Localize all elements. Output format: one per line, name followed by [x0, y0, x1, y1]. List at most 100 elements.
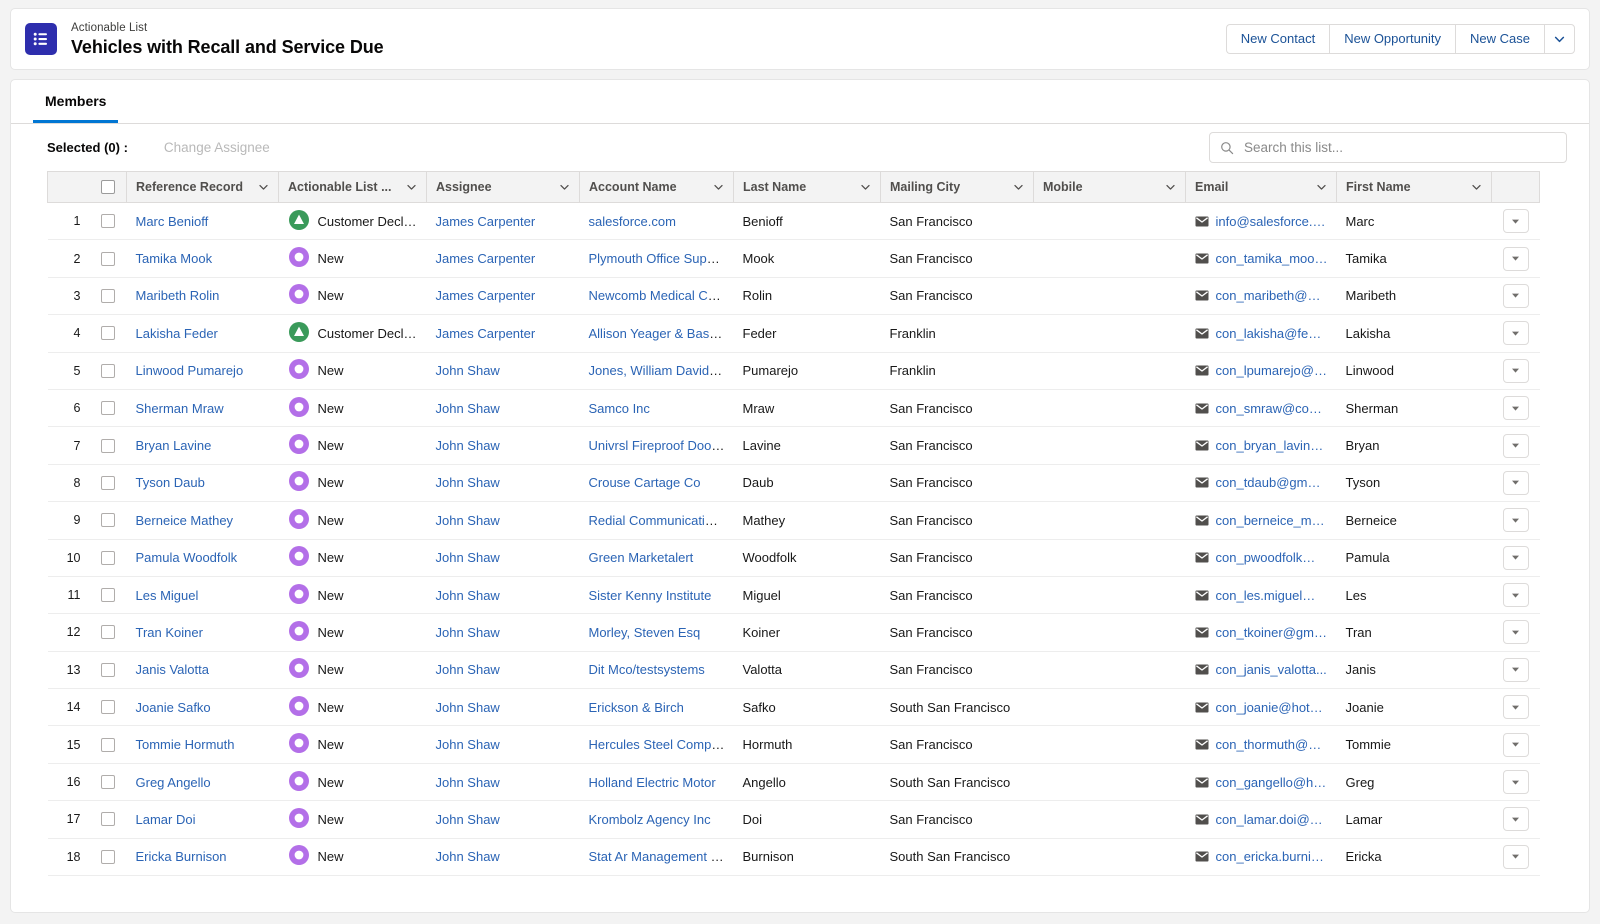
cell-row-actions[interactable]: [1491, 277, 1540, 316]
row-select-cell[interactable]: [89, 352, 127, 390]
cell-assignee[interactable]: John Shaw: [426, 539, 580, 577]
row-checkbox[interactable]: [101, 513, 115, 528]
row-checkbox[interactable]: [101, 438, 115, 453]
change-assignee-button[interactable]: Change Assignee: [164, 140, 270, 155]
cell-row-actions[interactable]: [1491, 688, 1540, 727]
table-row[interactable]: 8 Tyson Daub New John Shaw Crouse Cartage Co…: [47, 464, 1540, 503]
account-name-link[interactable]: Allison Yeager & Bassett...: [589, 326, 734, 341]
assignee-link[interactable]: John Shaw: [436, 849, 500, 864]
reference-record-link[interactable]: Tommie Hormuth: [136, 737, 235, 752]
cell-email[interactable]: con_janis_valotta...: [1185, 651, 1337, 690]
email-link[interactable]: con_janis_valotta...: [1216, 662, 1327, 677]
table-row[interactable]: 2 Tamika Mook New James Carpenter Plymouth O…: [47, 239, 1540, 278]
cell-email[interactable]: con_tkoiner@gmai...: [1185, 613, 1337, 652]
reference-record-link[interactable]: Tran Koiner: [136, 625, 203, 640]
column-first-name[interactable]: First Name: [1336, 171, 1492, 203]
cell-row-actions[interactable]: [1491, 576, 1540, 615]
cell-reference-record[interactable]: Pamula Woodfolk: [126, 539, 279, 577]
cell-email[interactable]: con_maribeth@ho...: [1185, 277, 1337, 316]
cell-reference-record[interactable]: Joanie Safko: [126, 688, 279, 727]
cell-email[interactable]: con_smraw@cox.n...: [1185, 389, 1337, 428]
row-select-cell[interactable]: [89, 725, 127, 764]
cell-row-actions[interactable]: [1491, 352, 1540, 390]
cell-row-actions[interactable]: [1491, 389, 1540, 428]
email-link[interactable]: con_berneice_mat...: [1216, 513, 1328, 528]
cell-account-name[interactable]: Samco Inc: [579, 389, 734, 428]
row-actions-button[interactable]: [1502, 358, 1529, 383]
cell-reference-record[interactable]: Lamar Doi: [126, 800, 279, 839]
cell-account-name[interactable]: Crouse Cartage Co: [579, 464, 734, 503]
assignee-link[interactable]: John Shaw: [436, 550, 500, 565]
row-select-cell[interactable]: [89, 576, 127, 615]
account-name-link[interactable]: Sister Kenny Institute: [589, 588, 712, 603]
cell-account-name[interactable]: Jones, William David Md: [579, 352, 734, 390]
email-link[interactable]: con_tkoiner@gmai...: [1216, 625, 1328, 640]
cell-email[interactable]: con_berneice_mat...: [1185, 501, 1337, 540]
row-actions-button[interactable]: [1502, 583, 1529, 608]
row-select-cell[interactable]: [89, 277, 127, 316]
more-actions-button[interactable]: [1544, 24, 1575, 54]
assignee-link[interactable]: John Shaw: [436, 438, 500, 453]
table-row[interactable]: 11 Les Miguel New John Shaw Sister Kenny Ins…: [47, 576, 1540, 615]
assignee-link[interactable]: John Shaw: [436, 588, 500, 603]
row-checkbox[interactable]: [101, 812, 115, 827]
cell-assignee[interactable]: John Shaw: [426, 651, 580, 690]
row-select-cell[interactable]: [89, 763, 127, 802]
reference-record-link[interactable]: Maribeth Rolin: [136, 288, 220, 303]
select-all-checkbox[interactable]: [100, 180, 115, 194]
column-actionable-list-status[interactable]: Actionable List ...: [278, 171, 427, 203]
reference-record-link[interactable]: Tamika Mook: [136, 251, 213, 266]
cell-email[interactable]: con_les.miguel@m...: [1185, 576, 1337, 615]
account-name-link[interactable]: Redial Communications: [589, 513, 726, 528]
cell-account-name[interactable]: Newcomb Medical Center: [579, 277, 734, 316]
account-name-link[interactable]: Green Marketalert: [589, 550, 694, 565]
cell-email[interactable]: con_joanie@hotm...: [1185, 688, 1337, 727]
reference-record-link[interactable]: Les Miguel: [136, 588, 199, 603]
cell-assignee[interactable]: James Carpenter: [426, 202, 580, 241]
cell-email[interactable]: con_gangello@hot...: [1185, 763, 1337, 802]
assignee-link[interactable]: John Shaw: [436, 625, 500, 640]
cell-assignee[interactable]: John Shaw: [426, 389, 580, 428]
row-actions-button[interactable]: [1502, 433, 1529, 458]
row-actions-button[interactable]: [1502, 695, 1529, 720]
cell-account-name[interactable]: salesforce.com: [579, 202, 734, 241]
column-mailing-city[interactable]: Mailing City: [880, 171, 1034, 203]
cell-email[interactable]: con_tdaub@gmail...: [1185, 464, 1337, 503]
reference-record-link[interactable]: Greg Angello: [136, 775, 211, 790]
cell-account-name[interactable]: Univrsl Fireproof Door C...: [579, 426, 734, 465]
email-link[interactable]: con_lakisha@feder...: [1216, 326, 1328, 341]
row-actions-button[interactable]: [1502, 470, 1529, 495]
cell-row-actions[interactable]: [1491, 501, 1540, 540]
assignee-link[interactable]: John Shaw: [436, 363, 500, 378]
cell-email[interactable]: con_lakisha@feder...: [1185, 314, 1337, 353]
email-link[interactable]: con_joanie@hotm...: [1216, 700, 1328, 715]
table-row[interactable]: 10 Pamula Woodfolk New John Shaw Green Marke…: [47, 539, 1540, 577]
row-checkbox[interactable]: [101, 700, 115, 715]
cell-reference-record[interactable]: Bryan Lavine: [126, 426, 279, 465]
row-actions-button[interactable]: [1502, 807, 1529, 832]
row-actions-button[interactable]: [1502, 770, 1529, 795]
assignee-link[interactable]: James Carpenter: [436, 288, 536, 303]
assignee-link[interactable]: John Shaw: [436, 662, 500, 677]
cell-account-name[interactable]: Plymouth Office Supply I...: [579, 239, 734, 278]
cell-assignee[interactable]: John Shaw: [426, 838, 580, 877]
email-link[interactable]: con_smraw@cox.n...: [1216, 401, 1328, 416]
reference-record-link[interactable]: Tyson Daub: [136, 475, 205, 490]
cell-assignee[interactable]: John Shaw: [426, 426, 580, 465]
email-link[interactable]: con_tamika_mook...: [1216, 251, 1328, 266]
assignee-link[interactable]: John Shaw: [436, 401, 500, 416]
column-last-name[interactable]: Last Name: [733, 171, 881, 203]
row-actions-button[interactable]: [1502, 657, 1529, 682]
cell-assignee[interactable]: James Carpenter: [426, 239, 580, 278]
row-checkbox[interactable]: [101, 849, 115, 864]
table-row[interactable]: 5 Linwood Pumarejo New John Shaw Jones, Will…: [47, 352, 1540, 390]
reference-record-link[interactable]: Marc Benioff: [136, 214, 209, 229]
table-row[interactable]: 12 Tran Koiner New John Shaw Morley, Steven …: [47, 613, 1540, 652]
cell-email[interactable]: con_bryan_lavine...: [1185, 426, 1337, 465]
table-row[interactable]: 4 Lakisha Feder Customer Declined James Car…: [47, 314, 1540, 353]
assignee-link[interactable]: John Shaw: [436, 737, 500, 752]
table-row[interactable]: 3 Maribeth Rolin New James Carpenter Newcomb…: [47, 277, 1540, 316]
row-actions-button[interactable]: [1502, 283, 1529, 308]
row-checkbox[interactable]: [101, 475, 115, 490]
account-name-link[interactable]: Jones, William David Md: [589, 363, 731, 378]
